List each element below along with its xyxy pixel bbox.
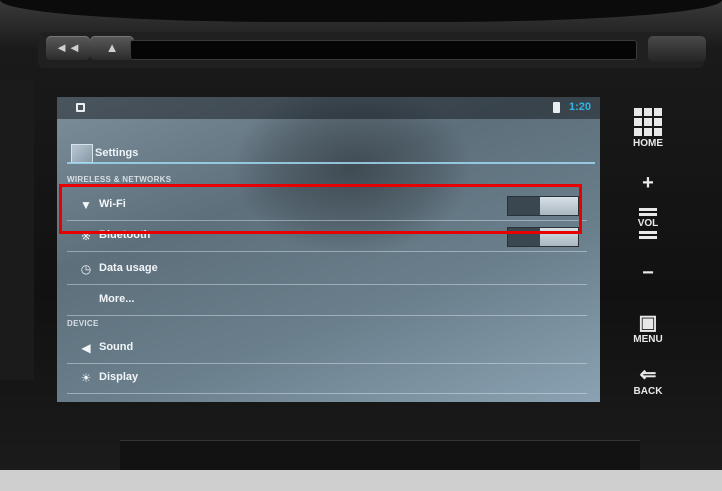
settings-row-more[interactable]: More... <box>67 285 587 316</box>
row-label: Display <box>99 371 139 383</box>
notification-icon <box>76 103 85 112</box>
eject-icon[interactable]: ▲ <box>90 36 134 60</box>
back-label: BACK <box>633 386 663 397</box>
display-icon: ☀ <box>80 371 92 385</box>
section-header-wireless: Wireless & networks <box>67 175 172 184</box>
volume-down-button[interactable]: − <box>628 262 668 284</box>
back-icon: ⇐ <box>639 364 657 386</box>
back-button[interactable]: ⇐ BACK <box>628 364 668 397</box>
settings-app-icon[interactable] <box>71 144 93 163</box>
action-bar-divider <box>67 162 595 164</box>
volume-bars-icon <box>639 208 657 216</box>
volume-control: VOL <box>628 206 668 241</box>
row-label: Data usage <box>99 262 158 274</box>
minus-icon: − <box>642 262 654 284</box>
cd-slot <box>130 40 637 60</box>
plus-icon: + <box>642 172 654 194</box>
vol-label: VOL <box>637 218 659 229</box>
home-label: HOME <box>633 138 663 149</box>
top-bezel <box>0 0 722 22</box>
speaker-icon: ◀ <box>81 341 91 355</box>
status-clock: 1:20 <box>569 101 592 113</box>
menu-label: MENU <box>633 334 663 345</box>
page-title: Settings <box>95 147 139 159</box>
menu-icon: ▣ <box>638 312 658 334</box>
dashboard-surface <box>0 470 722 491</box>
left-bezel <box>0 80 34 380</box>
volume-up-button[interactable]: + <box>628 172 668 194</box>
menu-button[interactable]: ▣ MENU <box>628 312 668 345</box>
row-label: More... <box>99 293 135 305</box>
hardware-right-button[interactable] <box>648 36 706 62</box>
settings-row-display[interactable]: ☀ Display <box>67 363 587 394</box>
touch-screen: 1:20 Settings Wireless & networks ▼ Wi-F… <box>57 97 600 402</box>
status-bar: 1:20 <box>57 97 600 119</box>
home-icon <box>634 108 662 136</box>
settings-row-data-usage[interactable]: ◷ Data usage <box>67 254 587 285</box>
battery-icon <box>553 102 560 113</box>
section-header-device: Device <box>67 319 99 328</box>
home-button[interactable]: HOME <box>628 108 668 149</box>
volume-bars-icon <box>639 231 657 239</box>
settings-row-sound[interactable]: ◀ Sound <box>67 333 587 364</box>
hardware-disc-button[interactable]: ◄◄ <box>46 36 90 60</box>
row-label: Sound <box>99 341 134 353</box>
car-headunit-frame: ◄◄ ▲ 1:20 Settings Wireless & networks ▼… <box>0 0 722 491</box>
wifi-highlight-box <box>59 184 582 234</box>
data-usage-icon: ◷ <box>80 262 92 276</box>
